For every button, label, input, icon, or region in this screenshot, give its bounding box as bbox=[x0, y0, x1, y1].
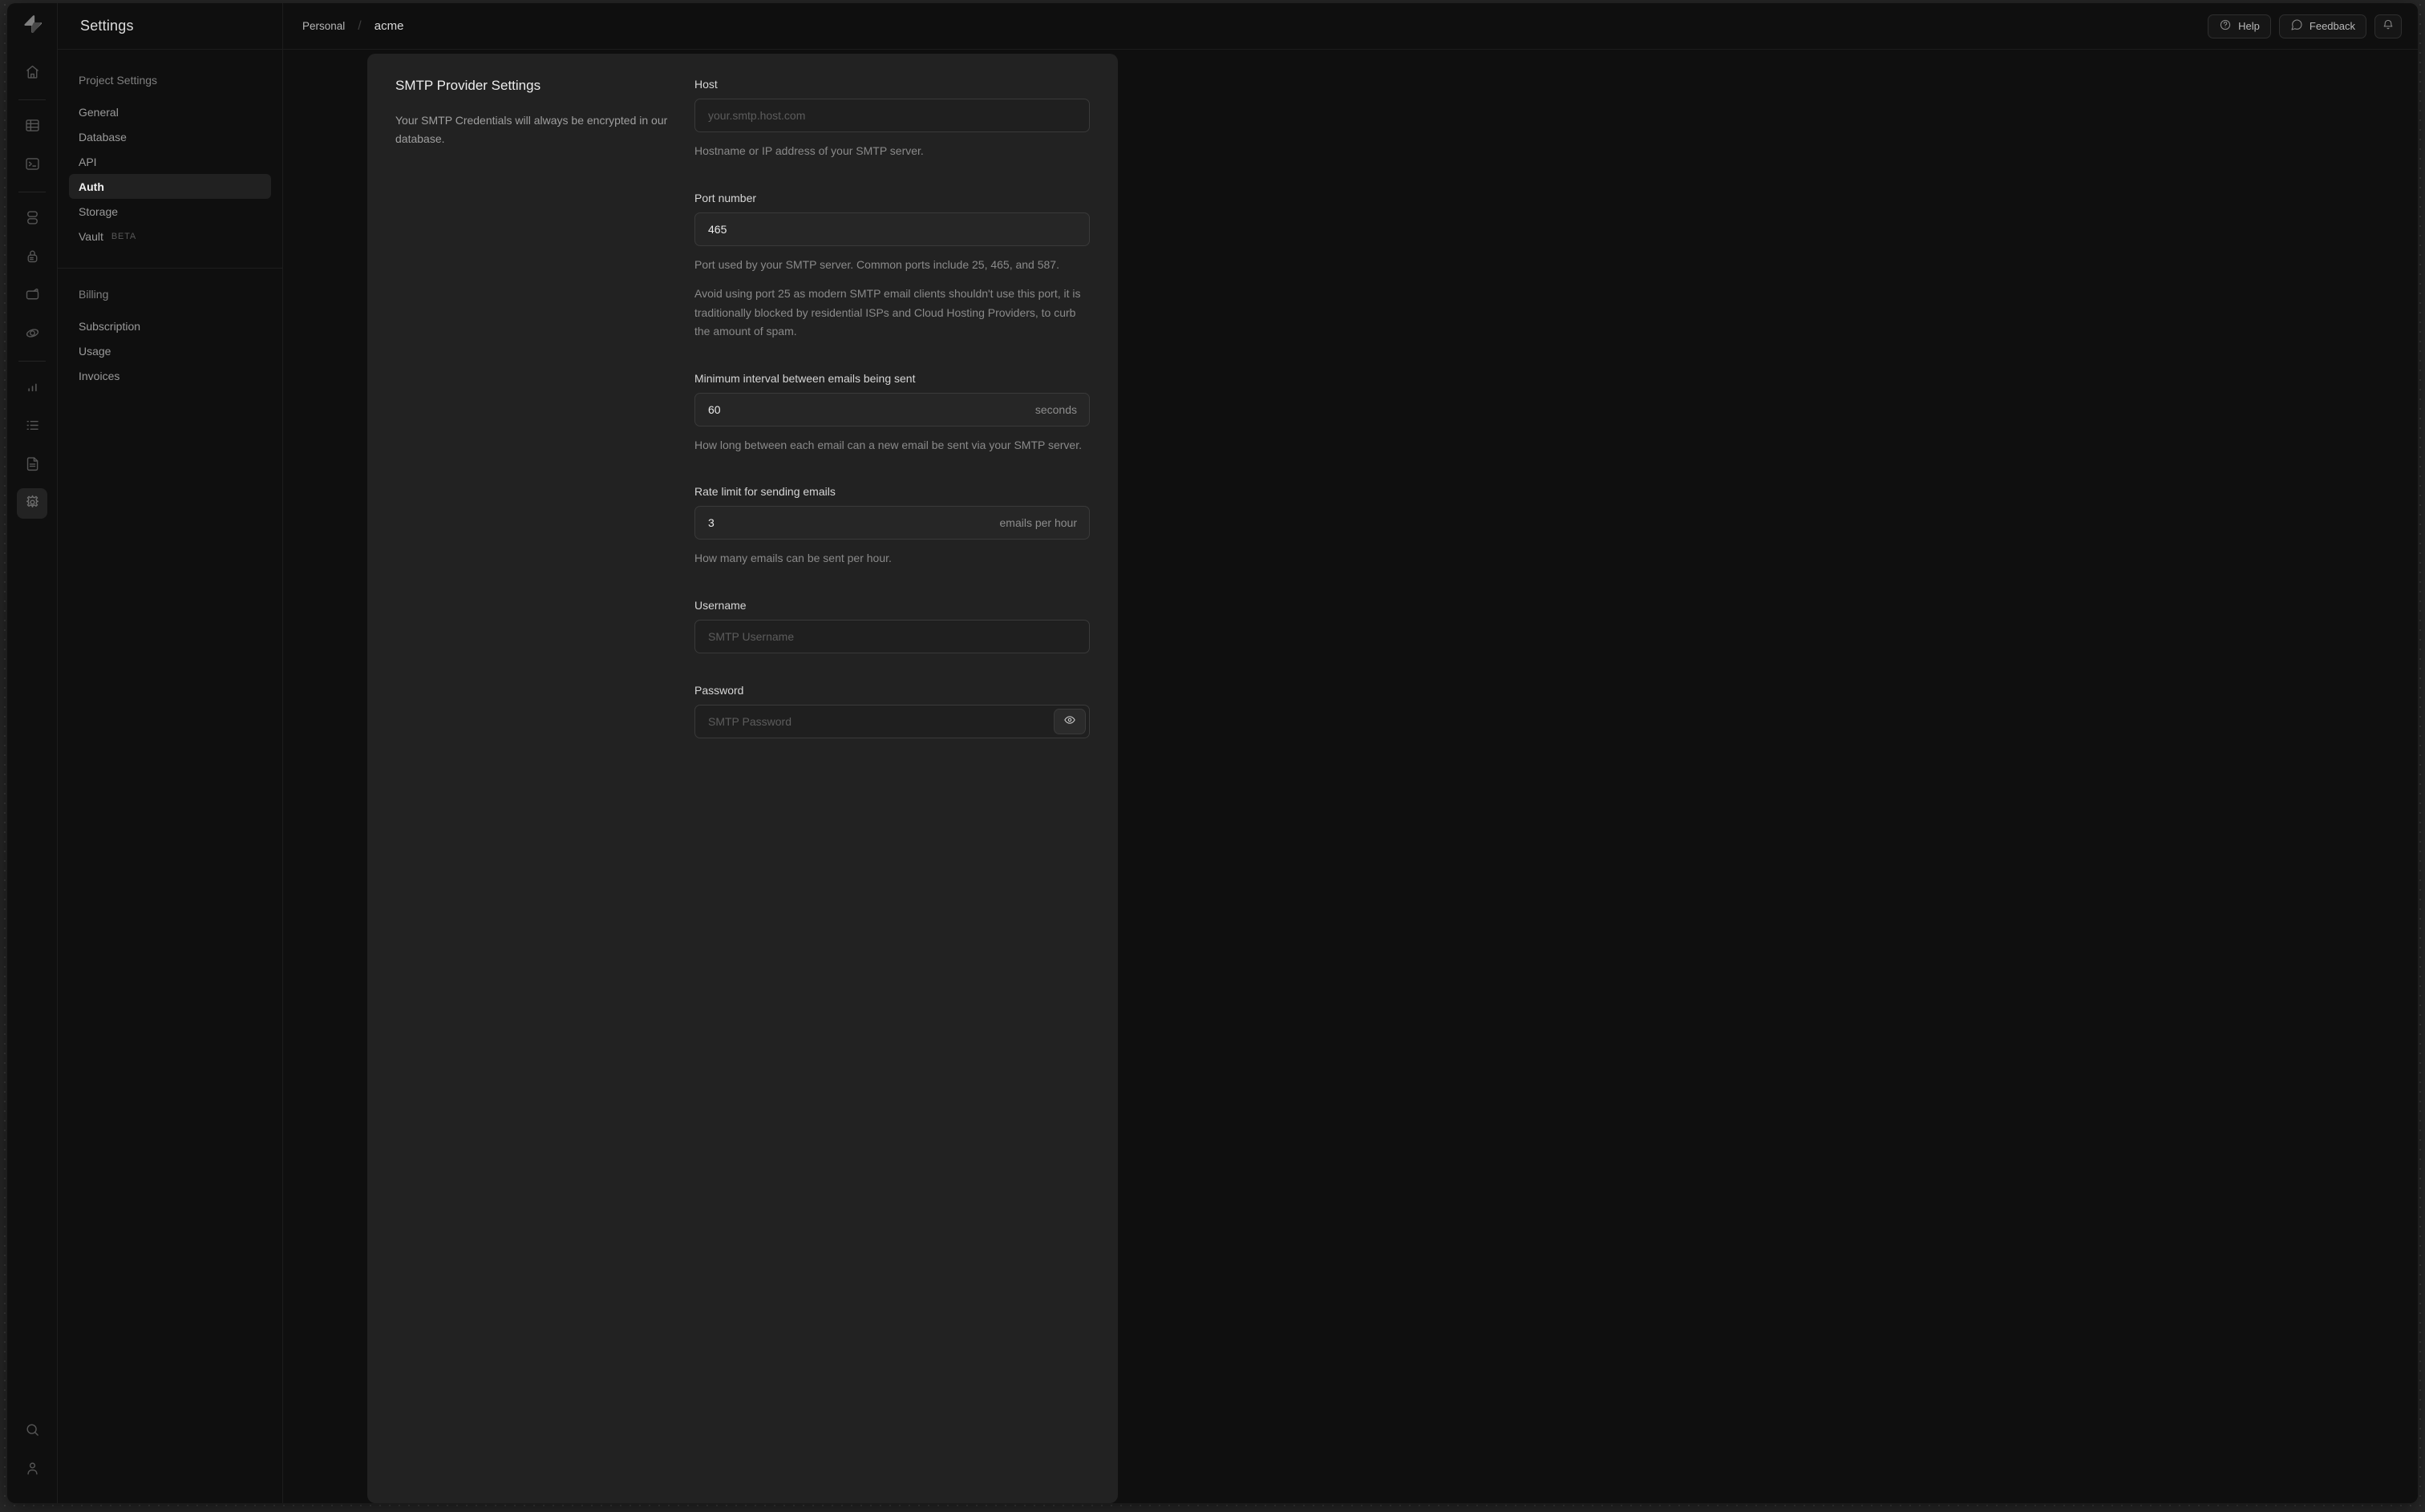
host-field-group: Host Hostname or IP address of your SMTP… bbox=[694, 78, 1090, 161]
table-icon bbox=[24, 117, 41, 136]
section-label-billing: Billing bbox=[79, 288, 109, 301]
settings-sidebar: Settings Project Settings General Databa… bbox=[58, 3, 283, 1503]
bar-chart-icon bbox=[24, 378, 41, 398]
card-form-column: Host Hostname or IP address of your SMTP… bbox=[694, 78, 1090, 1479]
sidebar-item-vault[interactable]: Vault BETA bbox=[69, 224, 271, 249]
sidebar-item-auth[interactable]: Auth bbox=[69, 174, 271, 199]
sidebar-item-storage[interactable]: Storage bbox=[69, 199, 271, 224]
search-button[interactable] bbox=[17, 1416, 47, 1446]
rate-limit-help-text: How many emails can be sent per hour. bbox=[694, 552, 892, 565]
user-icon bbox=[24, 1460, 41, 1479]
database-icon bbox=[24, 209, 41, 228]
app-window: Settings Project Settings General Databa… bbox=[7, 3, 2418, 1503]
card-title: SMTP Provider Settings bbox=[395, 78, 541, 93]
port-input[interactable] bbox=[694, 212, 1090, 246]
auth-nav-button[interactable] bbox=[17, 242, 47, 273]
rail-divider bbox=[18, 361, 46, 362]
password-field-group: Password bbox=[694, 684, 1090, 738]
breadcrumb-separator: / bbox=[358, 18, 362, 33]
breadcrumb-org[interactable]: Personal bbox=[302, 20, 345, 32]
interval-field-group: Minimum interval between emails being se… bbox=[694, 372, 1090, 455]
password-label: Password bbox=[694, 683, 744, 697]
host-help-text: Hostname or IP address of your SMTP serv… bbox=[694, 144, 924, 157]
storage-nav-button[interactable] bbox=[17, 281, 47, 311]
sidebar-item-usage[interactable]: Usage bbox=[69, 338, 271, 363]
settings-nav-button[interactable] bbox=[17, 488, 47, 519]
icon-rail bbox=[7, 3, 58, 1503]
smtp-settings-card: SMTP Provider Settings Your SMTP Credent… bbox=[367, 54, 1118, 1503]
home-nav-button[interactable] bbox=[17, 58, 47, 88]
storage-icon bbox=[24, 286, 41, 305]
page-title: Settings bbox=[80, 18, 134, 34]
host-input[interactable] bbox=[694, 99, 1090, 132]
table-editor-nav-button[interactable] bbox=[17, 111, 47, 142]
interval-label: Minimum interval between emails being se… bbox=[694, 371, 916, 385]
lock-icon bbox=[24, 248, 41, 267]
docs-nav-button[interactable] bbox=[17, 450, 47, 480]
port-warning-text: Avoid using port 25 as modern SMTP email… bbox=[694, 287, 1081, 338]
sidebar-item-database[interactable]: Database bbox=[69, 124, 271, 149]
card-description: Your SMTP Credentials will always be enc… bbox=[395, 114, 668, 145]
search-icon bbox=[24, 1421, 41, 1441]
rail-divider bbox=[18, 99, 46, 100]
sidebar-header: Settings bbox=[58, 3, 282, 50]
edge-functions-nav-button[interactable] bbox=[17, 319, 47, 350]
sidebar-nav: Project Settings General Database API Au… bbox=[58, 50, 282, 388]
port-help-text: Port used by your SMTP server. Common po… bbox=[694, 257, 1059, 271]
username-input[interactable] bbox=[694, 619, 1090, 653]
bell-icon bbox=[2382, 18, 2395, 34]
interval-input[interactable] bbox=[694, 392, 1090, 427]
supabase-logo-icon[interactable] bbox=[22, 14, 43, 34]
username-label: Username bbox=[694, 598, 747, 612]
home-icon bbox=[24, 63, 41, 83]
reports-nav-button[interactable] bbox=[17, 373, 47, 403]
file-icon bbox=[24, 455, 41, 475]
port-label: Port number bbox=[694, 191, 757, 204]
rate-limit-field-group: Rate limit for sending emails emails per… bbox=[694, 485, 1090, 568]
section-label-project-settings: Project Settings bbox=[79, 74, 158, 87]
password-input[interactable] bbox=[694, 704, 1090, 738]
main-area: Personal / acme Help Feedback SMTP Provi… bbox=[283, 3, 2418, 1503]
interval-help-text: How long between each email can a new em… bbox=[694, 438, 1082, 451]
rate-limit-input[interactable] bbox=[694, 506, 1090, 540]
beta-badge: BETA bbox=[111, 231, 136, 241]
list-icon bbox=[24, 417, 41, 436]
terminal-icon bbox=[24, 156, 41, 175]
logs-nav-button[interactable] bbox=[17, 411, 47, 442]
orbit-icon bbox=[24, 325, 41, 344]
help-circle-icon bbox=[2219, 18, 2232, 34]
reveal-password-button[interactable] bbox=[1054, 708, 1086, 734]
feedback-button[interactable]: Feedback bbox=[2278, 14, 2366, 38]
sql-editor-nav-button[interactable] bbox=[17, 150, 47, 180]
gear-icon bbox=[24, 494, 41, 513]
help-button[interactable]: Help bbox=[2208, 14, 2271, 38]
main-body: SMTP Provider Settings Your SMTP Credent… bbox=[283, 50, 2418, 1503]
eye-icon bbox=[1063, 714, 1076, 729]
host-label: Host bbox=[694, 78, 718, 91]
card-description-column: SMTP Provider Settings Your SMTP Credent… bbox=[395, 78, 694, 1479]
port-field-group: Port number Port used by your SMTP serve… bbox=[694, 192, 1090, 342]
breadcrumb-project[interactable]: acme bbox=[374, 19, 404, 33]
account-button[interactable] bbox=[17, 1454, 47, 1485]
chat-bubble-icon bbox=[2290, 18, 2303, 34]
username-field-group: Username bbox=[694, 599, 1090, 653]
notifications-button[interactable] bbox=[2374, 14, 2402, 38]
rate-limit-label: Rate limit for sending emails bbox=[694, 485, 836, 499]
sidebar-divider bbox=[58, 268, 282, 269]
database-nav-button[interactable] bbox=[17, 204, 47, 234]
sidebar-item-invoices[interactable]: Invoices bbox=[69, 363, 271, 388]
sidebar-item-api[interactable]: API bbox=[69, 149, 271, 174]
sidebar-item-subscription[interactable]: Subscription bbox=[69, 313, 271, 338]
sidebar-item-general[interactable]: General bbox=[69, 99, 271, 124]
top-bar: Personal / acme Help Feedback bbox=[283, 3, 2418, 50]
